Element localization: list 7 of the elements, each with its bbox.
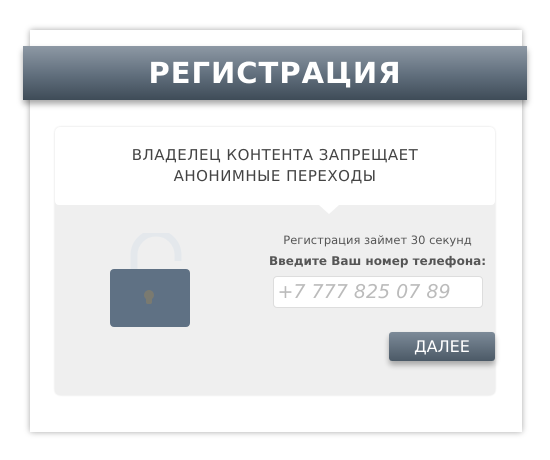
phone-field[interactable]: +7 777 825 07 89 [272,276,482,308]
duration-hint: Регистрация займет 30 секунд [283,233,472,247]
notice-text: ВЛАДЕЛЕЦ КОНТЕНТА ЗАПРЕЩАЕТ АНОНИМНЫЕ ПЕРЕХОДЫ [130,145,420,187]
padlock-icon [110,233,190,328]
banner-title: РЕГИСТРАЦИЯ [148,56,402,90]
phone-label: Введите Ваш номер телефона: [268,254,486,268]
next-button[interactable]: ДАЛЕЕ [389,332,495,361]
